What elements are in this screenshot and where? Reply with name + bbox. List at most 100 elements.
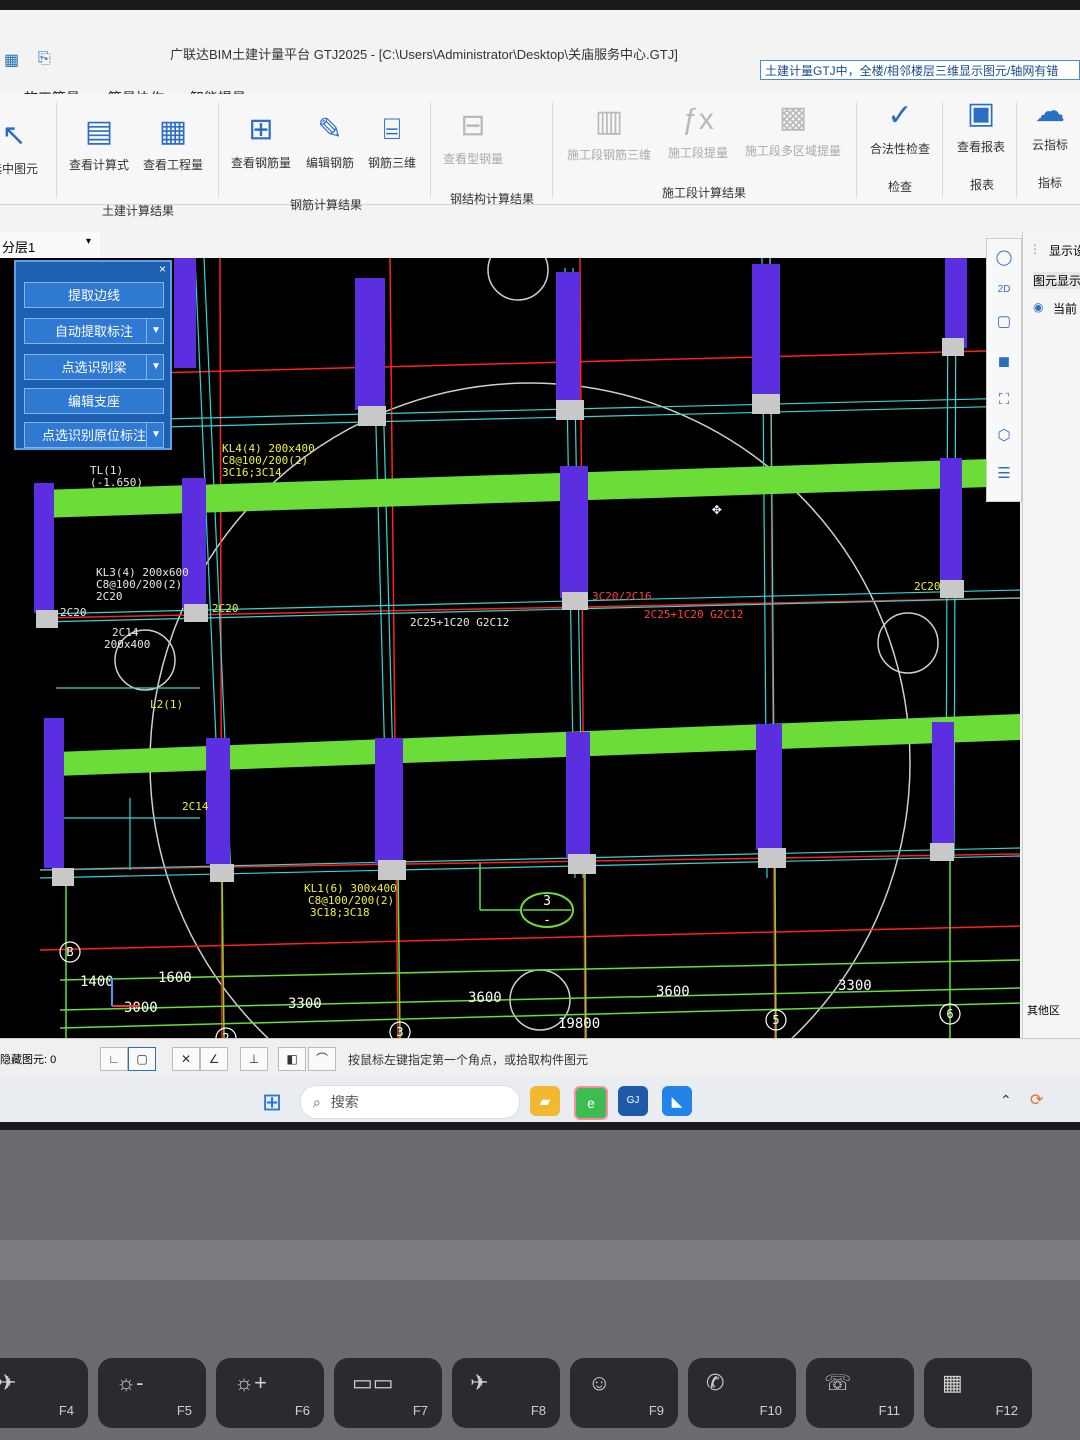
dim-total: 19800	[558, 1016, 600, 1032]
select-element-button[interactable]: ↖选中图元	[0, 118, 46, 177]
annot-2c20c: 2C20	[914, 580, 941, 593]
recognition-panel: × 提取边线 自动提取标注 ▼ 点选识别梁 ▼ 编辑支座 点选识别原位标注 ▼	[14, 260, 172, 450]
annot-tl-2: (-1.650)	[90, 476, 143, 489]
column	[355, 278, 385, 410]
column	[375, 738, 403, 864]
display-settings-panel: ⋮ 显示设 图元显示 ◉ 当前 其他区	[1022, 232, 1080, 1038]
segment-rebar-3d-button[interactable]: ▥ 施工段钢筋三维	[562, 104, 656, 163]
small-circle	[877, 612, 939, 674]
other-area-checkbox[interactable]: 其他区	[1027, 1002, 1060, 1018]
file-explorer-icon[interactable]: ▰	[530, 1086, 560, 1116]
validity-check-button[interactable]: ✓ 合法性检查	[862, 98, 938, 157]
auto-extract-label-button[interactable]: 自动提取标注 ▼	[24, 318, 164, 344]
edit-rebar-button[interactable]: ✎ 编辑钢筋	[300, 112, 360, 171]
view-rebar-button[interactable]: ⊞ 查看钢筋量	[226, 112, 296, 171]
laptop-hinge	[0, 1240, 1080, 1280]
key-f6[interactable]: ☼+ F6	[216, 1358, 324, 1428]
command-prompt: 按鼠标左键指定第一个角点，或拾取构件图元	[348, 1053, 589, 1067]
dim-3300a: 3300	[288, 996, 322, 1012]
screen: ▦ ⎘ 广联达BIM土建计量平台 GTJ2025 - [C:\Users\Adm…	[0, 10, 1080, 1122]
list-icon[interactable]: ☰	[993, 463, 1015, 485]
gtj-app-icon[interactable]: GJ	[618, 1086, 648, 1116]
key-f9[interactable]: ☺ F9	[570, 1358, 678, 1428]
segment-qty-button[interactable]: ƒx 施工段提量	[662, 102, 734, 161]
arc-icon[interactable]: ⌒	[308, 1047, 336, 1071]
key-f10[interactable]: ✆ F10	[688, 1358, 796, 1428]
view-quantity-button[interactable]: ▦ 查看工程量	[138, 114, 208, 173]
key-f8[interactable]: ✈ F8	[452, 1358, 560, 1428]
annot-2c14b: 2C14	[182, 800, 209, 813]
column	[206, 738, 230, 864]
key-f11[interactable]: ☏ F11	[806, 1358, 914, 1428]
blue-app-icon[interactable]: ◣	[662, 1086, 692, 1116]
detail-number: 3	[543, 894, 551, 909]
formula-icon: ▤	[84, 115, 114, 148]
rebar-3d-button[interactable]: ⌸ 钢筋三维	[362, 112, 422, 171]
dim-1600: 1600	[158, 970, 192, 986]
axis-label-5: 5	[772, 1013, 779, 1027]
segment-multi-qty-button[interactable]: ▩ 施工段多区域提量	[738, 100, 848, 159]
radio-icon[interactable]: ◉	[1033, 300, 1043, 314]
drag-handle-icon[interactable]: ⋮	[1029, 242, 1041, 256]
rotate-view-icon[interactable]: ◯	[993, 247, 1015, 269]
detail-dash: -	[543, 913, 551, 928]
solid-cube-icon[interactable]: ◼	[993, 351, 1015, 373]
view-2d-icon[interactable]: 2D	[993, 279, 1015, 301]
save-icon[interactable]: ⎘	[38, 50, 51, 68]
annot-l2: L2(1)	[150, 698, 183, 711]
tray-icon[interactable]: ⟳	[1030, 1090, 1043, 1110]
beam	[56, 714, 1020, 776]
key-f12[interactable]: ▦ F12	[924, 1358, 1032, 1428]
chevron-down-icon[interactable]: ▼	[146, 319, 165, 343]
chevron-down-icon[interactable]: ▼	[146, 423, 165, 447]
key-f5[interactable]: ☼- F5	[98, 1358, 206, 1428]
ribbon-divider	[552, 102, 553, 198]
status-bar: 隐藏图元: 0 ∟ ▢ ✕ ∠ ⊥ ◧ ⌒ 按鼠标左键指定第一个角点，或拾取构件…	[0, 1038, 1080, 1079]
app-logo-icon: ▦	[4, 52, 20, 69]
edit-support-button[interactable]: 编辑支座	[24, 388, 164, 414]
chevron-down-icon[interactable]: ▼	[146, 355, 165, 379]
tab-element-display[interactable]: 图元显示	[1033, 272, 1080, 289]
column	[34, 483, 54, 613]
pick-inplace-label-button[interactable]: 点选识别原位标注 ▼	[24, 422, 164, 448]
angle-icon[interactable]: ∠	[200, 1047, 228, 1071]
close-icon[interactable]: ×	[159, 262, 166, 276]
hint-banner[interactable]: 土建计量GTJ中，全楼/相邻楼层三维显示图元/轴网有错	[760, 60, 1080, 80]
ortho-icon[interactable]: ∟	[100, 1047, 128, 1071]
select-box-icon[interactable]: ▢	[128, 1047, 156, 1071]
taskbar-search[interactable]: ⌕ 搜索	[300, 1085, 520, 1119]
fit-view-icon[interactable]: ⛶	[993, 389, 1015, 411]
column-caps	[36, 338, 964, 886]
box-icon[interactable]: ⬡	[993, 425, 1015, 447]
columns	[34, 258, 967, 868]
column	[945, 258, 967, 348]
tab-display-settings[interactable]: 显示设	[1049, 242, 1080, 259]
pick-beam-button[interactable]: 点选识别梁 ▼	[24, 354, 164, 380]
annot-200x400: 200x400	[104, 638, 150, 651]
cross-icon[interactable]: ✕	[172, 1047, 200, 1071]
windows-start-icon[interactable]: ⊞	[262, 1088, 282, 1117]
view-report-button[interactable]: ▣ 查看报表	[948, 96, 1014, 155]
chevron-up-icon[interactable]: ⌃	[1000, 1092, 1012, 1109]
snap-icon[interactable]: ⊥	[240, 1047, 268, 1071]
green-app-icon[interactable]: e	[574, 1086, 608, 1120]
dim-3600b: 3600	[656, 984, 690, 1000]
segment-3d-icon: ▥	[594, 105, 624, 138]
key-f4[interactable]: ✈ F4	[0, 1358, 88, 1428]
view-steel-button[interactable]: ⊟ 查看型钢量	[436, 108, 510, 167]
column	[556, 272, 580, 404]
key-f7[interactable]: ▭▭ F7	[334, 1358, 442, 1428]
fx-icon: ƒx	[682, 103, 714, 136]
pencil-icon: ✎	[317, 113, 343, 146]
cloud-index-button[interactable]: ☁ 云指标	[1022, 94, 1078, 153]
group-segment-result: 施工段计算结果	[662, 186, 747, 200]
cube-icon[interactable]: ▢	[993, 311, 1015, 333]
view-formula-button[interactable]: ▤ 查看计算式	[64, 114, 134, 173]
rebar-search-icon: ⊞	[248, 113, 274, 146]
ribbon-divider	[56, 102, 57, 198]
radio-current-label: 当前	[1053, 302, 1078, 316]
layer-icon[interactable]: ◧	[278, 1047, 306, 1071]
extract-edge-button[interactable]: 提取边线	[24, 282, 164, 308]
floor-selector[interactable]: 分层1 ▾	[0, 232, 100, 259]
axis-label-3: 3	[396, 1025, 403, 1038]
